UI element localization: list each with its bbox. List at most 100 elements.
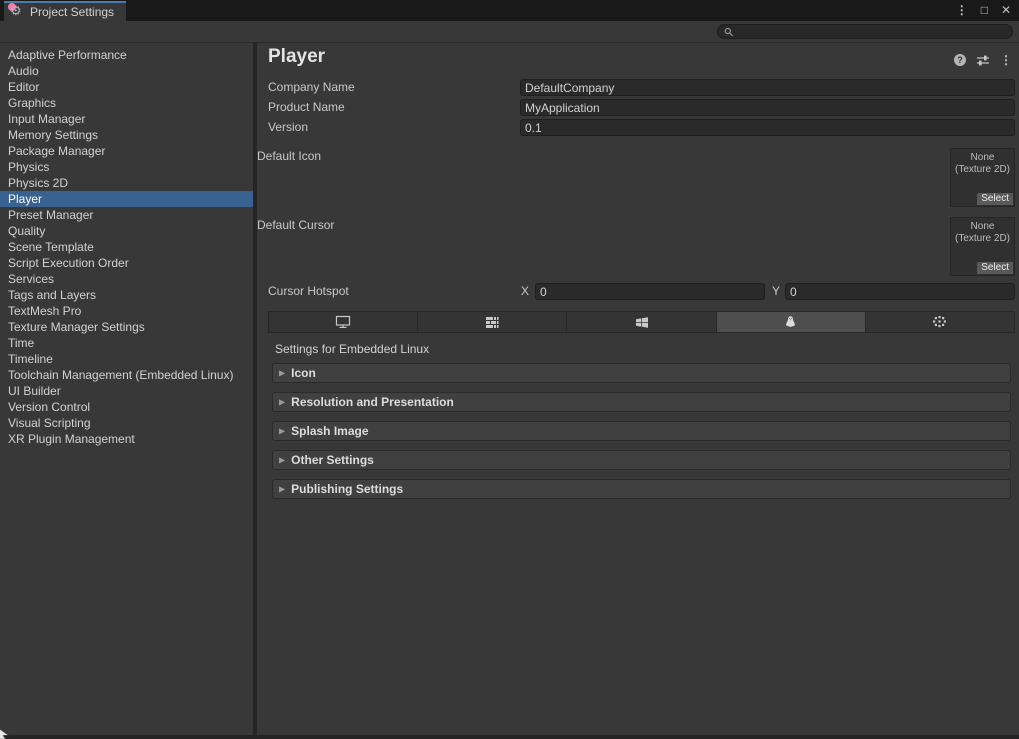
- sidebar-item-tags-and-layers[interactable]: Tags and Layers: [0, 287, 253, 303]
- sidebar-item-package-manager[interactable]: Package Manager: [0, 143, 253, 159]
- sidebar-item-memory-settings[interactable]: Memory Settings: [0, 127, 253, 143]
- sidebar-item-graphics[interactable]: Graphics: [0, 95, 253, 111]
- mouse-cursor: [0, 728, 10, 739]
- sidebar-item-quality[interactable]: Quality: [0, 223, 253, 239]
- maximize-icon[interactable]: □: [981, 0, 988, 21]
- sidebar-item-services[interactable]: Services: [0, 271, 253, 287]
- sidebar-item-physics[interactable]: Physics: [0, 159, 253, 175]
- foldout-arrow-icon: ▶: [279, 426, 285, 435]
- foldout-arrow-icon: ▶: [279, 397, 285, 406]
- sidebar-item-textmesh-pro[interactable]: TextMesh Pro: [0, 303, 253, 319]
- qnx-logo-icon: [932, 315, 947, 329]
- hotspot-x-label: X: [521, 283, 529, 300]
- player-settings-panel: Player ? ⋮ Company Name Product Name: [257, 43, 1019, 735]
- foldout-arrow-icon: ▶: [279, 455, 285, 464]
- content-area: Adaptive Performance Audio Editor Graphi…: [0, 43, 1019, 735]
- sidebar-item-scene-template[interactable]: Scene Template: [0, 239, 253, 255]
- sidebar-item-adaptive-performance[interactable]: Adaptive Performance: [0, 47, 253, 63]
- default-cursor-select-button[interactable]: Select: [977, 262, 1013, 274]
- sidebar-item-editor[interactable]: Editor: [0, 79, 253, 95]
- page-title: Player: [268, 46, 325, 68]
- hotspot-y-label: Y: [772, 283, 780, 300]
- settings-for-platform-header: Settings for Embedded Linux: [275, 342, 429, 356]
- section-label-publishing: Publishing Settings: [291, 482, 403, 496]
- tab-qnx[interactable]: [865, 311, 1015, 333]
- default-cursor-none-text: None: [951, 221, 1014, 233]
- default-icon-select-button[interactable]: Select: [977, 193, 1013, 205]
- sidebar-item-script-execution-order[interactable]: Script Execution Order: [0, 255, 253, 271]
- sidebar-item-input-manager[interactable]: Input Manager: [0, 111, 253, 127]
- foldout-arrow-icon: ▶: [279, 368, 285, 377]
- window-bottom-edge: [0, 735, 1019, 739]
- search-input[interactable]: [738, 26, 1006, 38]
- preset-icon[interactable]: [976, 54, 990, 66]
- sidebar-item-physics-2d[interactable]: Physics 2D: [0, 175, 253, 191]
- default-icon-texture-well[interactable]: None (Texture 2D) Select: [950, 148, 1015, 207]
- section-label-resolution: Resolution and Presentation: [291, 395, 454, 409]
- section-label-other: Other Settings: [291, 453, 374, 467]
- tab-windows[interactable]: [566, 311, 715, 333]
- default-cursor-type-text: (Texture 2D): [951, 233, 1014, 245]
- cursor-hotspot-label: Cursor Hotspot: [268, 283, 349, 300]
- search-icon: [724, 27, 734, 37]
- sidebar-item-texture-manager-settings[interactable]: Texture Manager Settings: [0, 319, 253, 335]
- platform-tab-bar: [268, 311, 1015, 333]
- close-icon[interactable]: ✕: [1001, 0, 1011, 21]
- company-name-row: Company Name: [268, 79, 1015, 96]
- search-box[interactable]: [717, 24, 1013, 39]
- product-name-input[interactable]: [520, 99, 1015, 116]
- product-name-row: Product Name: [268, 99, 1015, 116]
- help-icon[interactable]: ?: [954, 54, 966, 66]
- section-splash-image[interactable]: ▶ Splash Image: [272, 421, 1011, 441]
- version-input[interactable]: [520, 119, 1015, 136]
- foldout-arrow-icon: ▶: [279, 484, 285, 493]
- default-cursor-texture-well[interactable]: None (Texture 2D) Select: [950, 217, 1015, 276]
- settings-sections: ▶ Icon ▶ Resolution and Presentation ▶ S…: [272, 363, 1011, 508]
- sidebar-item-ui-builder[interactable]: UI Builder: [0, 383, 253, 399]
- linux-tux-icon: [784, 315, 797, 329]
- sidebar-item-toolchain-management[interactable]: Toolchain Management (Embedded Linux): [0, 367, 253, 383]
- version-label: Version: [268, 119, 520, 136]
- section-label-splash: Splash Image: [291, 424, 368, 438]
- server-icon: [485, 316, 499, 329]
- company-name-input[interactable]: [520, 79, 1015, 96]
- tab-embedded-linux[interactable]: [716, 311, 865, 333]
- sidebar-item-visual-scripting[interactable]: Visual Scripting: [0, 415, 253, 431]
- section-icon[interactable]: ▶ Icon: [272, 363, 1011, 383]
- project-settings-gear-icon: ⚙: [10, 5, 25, 20]
- sidebar-item-xr-plugin-management[interactable]: XR Plugin Management: [0, 431, 253, 447]
- sidebar-item-time[interactable]: Time: [0, 335, 253, 351]
- desktop-monitor-icon: [335, 315, 351, 329]
- windows-logo-icon: [635, 316, 649, 329]
- hotspot-y-input[interactable]: [785, 283, 1015, 300]
- section-other-settings[interactable]: ▶ Other Settings: [272, 450, 1011, 470]
- sidebar-item-version-control[interactable]: Version Control: [0, 399, 253, 415]
- toolbar: [0, 21, 1019, 43]
- sidebar-item-player[interactable]: Player: [0, 191, 253, 207]
- window-menu-icon[interactable]: ⋮: [956, 0, 968, 21]
- more-options-icon[interactable]: ⋮: [1000, 53, 1012, 67]
- window-controls: ⋮ □ ✕: [956, 0, 1011, 21]
- window-title-bar: ⚙ Project Settings ⋮ □ ✕: [0, 0, 1019, 21]
- tab-title: Project Settings: [30, 5, 114, 19]
- section-publishing-settings[interactable]: ▶ Publishing Settings: [272, 479, 1011, 499]
- section-label-icon: Icon: [291, 366, 316, 380]
- default-cursor-label: Default Cursor: [257, 217, 334, 233]
- default-icon-label: Default Icon: [257, 148, 321, 164]
- sidebar-item-preset-manager[interactable]: Preset Manager: [0, 207, 253, 223]
- sidebar-item-timeline[interactable]: Timeline: [0, 351, 253, 367]
- project-settings-window: ⚙ Project Settings ⋮ □ ✕ Adaptive Perfor…: [0, 0, 1019, 739]
- hotspot-x-input[interactable]: [535, 283, 765, 300]
- sidebar-item-audio[interactable]: Audio: [0, 63, 253, 79]
- tab-dedicated-server[interactable]: [417, 311, 566, 333]
- tab-standalone[interactable]: [268, 311, 417, 333]
- product-name-label: Product Name: [268, 99, 520, 116]
- version-row: Version: [268, 119, 1015, 136]
- settings-sidebar: Adaptive Performance Audio Editor Graphi…: [0, 43, 253, 735]
- default-icon-none-text: None: [951, 152, 1014, 164]
- default-icon-type-text: (Texture 2D): [951, 164, 1014, 176]
- header-icons: ? ⋮: [954, 53, 1012, 67]
- company-name-label: Company Name: [268, 79, 520, 96]
- tab-project-settings[interactable]: ⚙ Project Settings: [4, 1, 126, 21]
- section-resolution-and-presentation[interactable]: ▶ Resolution and Presentation: [272, 392, 1011, 412]
